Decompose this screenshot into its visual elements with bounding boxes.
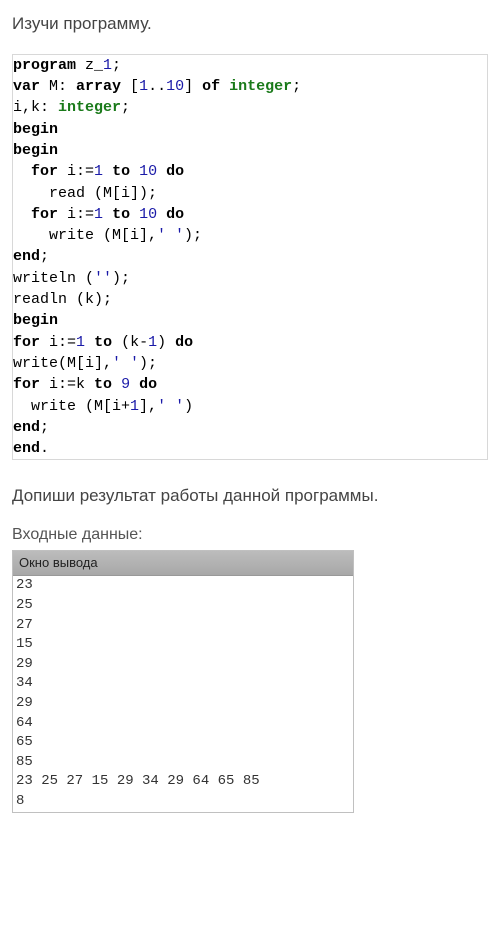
output-line: 25 — [13, 596, 353, 616]
output-line: 29 — [13, 694, 353, 714]
code-line: for i:=1 to 10 do — [13, 204, 487, 225]
code-line: var M: array [1..10] of integer; — [13, 76, 487, 97]
code-line: write (M[i],' '); — [13, 225, 487, 246]
code-line: program z_1; — [13, 55, 487, 76]
output-line: 15 — [13, 635, 353, 655]
input-data-label: Входные данные: — [12, 526, 488, 544]
code-line: for i:=1 to 10 do — [13, 161, 487, 182]
code-line: end. — [13, 438, 487, 459]
code-line: read (M[i]); — [13, 183, 487, 204]
output-window-body: 2325271529342964658523 25 27 15 29 34 29… — [13, 576, 353, 811]
output-line: 27 — [13, 616, 353, 636]
code-line: end; — [13, 417, 487, 438]
code-line: writeln (''); — [13, 268, 487, 289]
code-line: i,k: integer; — [13, 97, 487, 118]
instruction2-text: Допиши результат работы данной программы… — [12, 484, 488, 508]
output-line: 29 — [13, 655, 353, 675]
code-line: for i:=1 to (k-1) do — [13, 332, 487, 353]
output-line: 23 25 27 15 29 34 29 64 65 85 — [13, 772, 353, 792]
code-line: write(M[i],' '); — [13, 353, 487, 374]
output-line: 85 — [13, 753, 353, 773]
output-line: 8 — [13, 792, 353, 812]
code-line: end; — [13, 246, 487, 267]
code-line: begin — [13, 119, 487, 140]
output-line: 23 — [13, 576, 353, 596]
code-line: begin — [13, 310, 487, 331]
code-line: write (M[i+1],' ') — [13, 396, 487, 417]
code-line: begin — [13, 140, 487, 161]
output-line: 34 — [13, 674, 353, 694]
code-line: readln (k); — [13, 289, 487, 310]
output-line: 64 — [13, 714, 353, 734]
instruction-text: Изучи программу. — [12, 12, 488, 36]
output-window: Окно вывода 2325271529342964658523 25 27… — [12, 550, 354, 812]
output-line: 65 — [13, 733, 353, 753]
code-line: for i:=k to 9 do — [13, 374, 487, 395]
code-block: program z_1;var M: array [1..10] of inte… — [12, 54, 488, 461]
output-window-header: Окно вывода — [13, 551, 353, 576]
